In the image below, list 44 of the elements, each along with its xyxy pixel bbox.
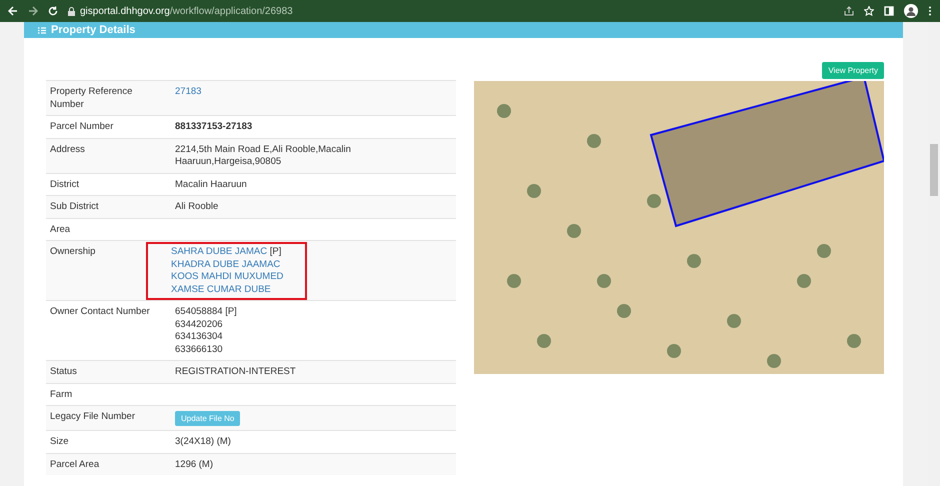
back-icon[interactable] [8,6,18,16]
field-value: Macalin Haaruun [175,178,247,190]
field-value: 2214,5th Main Road E,Ali Rooble,Macalin Haaruun,Hargeisa,90805 [175,144,351,167]
share-icon[interactable] [844,6,854,16]
contact-number: 634136304 [175,331,223,342]
field-label: Ownership [50,246,96,257]
field-label: Status [50,366,77,377]
address-bar[interactable]: gisportal.dhhgov.org/workflow/application/26983 [80,6,293,16]
field-label: Sub District [50,201,99,212]
scrollbar-thumb[interactable] [930,144,938,196]
field-label: Legacy File Number [50,411,136,422]
star-icon[interactable] [864,6,874,16]
field-value: 1296 (M) [175,458,214,470]
reference-link[interactable]: 27183 [175,86,202,97]
contact-number: 634420206 [175,318,223,330]
reload-icon[interactable] [48,6,58,16]
contact-number: 654058884 [P] [175,306,237,317]
field-label: Area [50,224,70,234]
field-value: Ali Rooble [175,201,218,212]
list-icon [38,26,46,34]
field-label: Parcel Number [50,121,114,132]
field-label: Owner Contact Number [50,306,150,317]
avatar-icon[interactable] [904,4,918,18]
parcel-number: 881337153-27183 [175,121,252,132]
primary-tag: [P] [270,246,282,257]
field-value: REGISTRATION-INTEREST [175,366,296,377]
field-label: Property Reference Number [50,86,132,110]
field-label: Parcel Area [50,458,100,470]
field-label: Farm [50,388,72,400]
owner-link[interactable]: XAMSE CUMAR DUBE [171,284,271,294]
view-property-button[interactable]: View Property [822,62,884,79]
sidebar-icon[interactable] [884,6,894,16]
lock-icon [68,6,75,16]
field-label: District [50,178,80,190]
owner-link[interactable]: KOOS MAHDI MUXUMED [171,271,284,282]
field-label: Address [50,144,85,154]
menu-icon[interactable] [928,6,932,16]
forward-icon[interactable] [28,6,38,16]
field-value: 3(24X18) (M) [175,436,231,447]
owner-link[interactable]: SAHRA DUBE JAMAC [171,246,268,257]
owner-link[interactable]: KHADRA DUBE JAAMAC [171,258,280,270]
panel-title: Property Details [51,24,136,36]
contact-number: 633666130 [175,344,223,354]
field-label: Size [50,436,68,447]
